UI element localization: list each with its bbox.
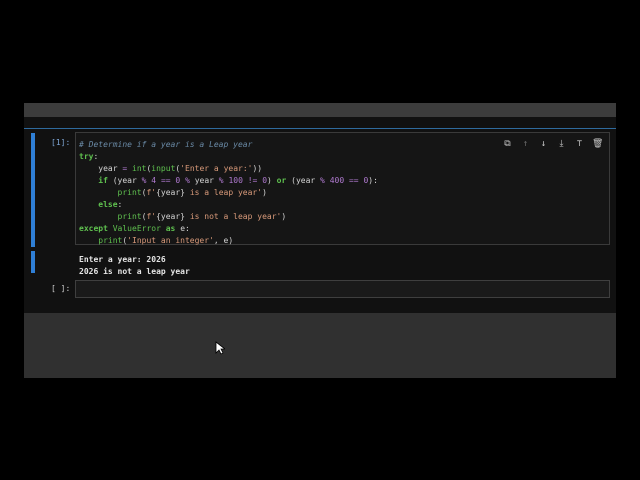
code-line-6: else:: [98, 200, 123, 209]
top-bar: [24, 103, 616, 117]
cell-output: Enter a year: 2026 2026 is not a leap ye…: [79, 254, 190, 278]
code-content[interactable]: # Determine if a year is a Leap year try…: [79, 139, 378, 247]
code-line-9: print('Input an integer', e): [98, 236, 234, 245]
insert-below-icon[interactable]: ⤓: [556, 139, 567, 149]
code-line-4: if (year % 4 == 0 % year % 100 != 0) or …: [98, 176, 378, 185]
code-line-5: print(f'{year} is a leap year'): [117, 188, 267, 197]
move-down-icon[interactable]: ↓: [538, 139, 549, 149]
code-line-3: year = int(input('Enter a year:')): [79, 164, 263, 173]
delete-icon[interactable]: 🗑: [592, 139, 603, 149]
empty-cell-prompt: [ ]:: [51, 284, 71, 293]
code-line-1: # Determine if a year is a Leap year: [79, 140, 253, 149]
notebook-empty-area: [24, 313, 616, 378]
cell-toolbar: ⧉ ↑ ↓ ⤓ ⊤ 🗑: [502, 139, 603, 149]
active-cell-indicator: [31, 133, 35, 247]
move-up-icon[interactable]: ↑: [520, 139, 531, 149]
code-editor[interactable]: # Determine if a year is a Leap year try…: [75, 132, 610, 245]
copy-icon[interactable]: ⧉: [502, 139, 513, 149]
code-line-8: except ValueError as e:: [79, 224, 190, 233]
cell-prompt: [1]:: [51, 138, 71, 147]
code-line-7: print(f'{year} is not a leap year'): [117, 212, 287, 221]
notebook-area: [1]: # Determine if a year is a Leap yea…: [24, 129, 616, 313]
mouse-cursor-icon: [215, 341, 225, 355]
format-icon[interactable]: ⊤: [574, 139, 585, 149]
notebook-window: [1]: # Determine if a year is a Leap yea…: [24, 103, 616, 378]
output-line-1: Enter a year: 2026: [79, 255, 166, 264]
code-line-2: try:: [79, 152, 99, 161]
output-line-2: 2026 is not a leap year: [79, 267, 190, 276]
empty-code-editor[interactable]: [75, 280, 610, 298]
output-indicator: [31, 251, 35, 273]
